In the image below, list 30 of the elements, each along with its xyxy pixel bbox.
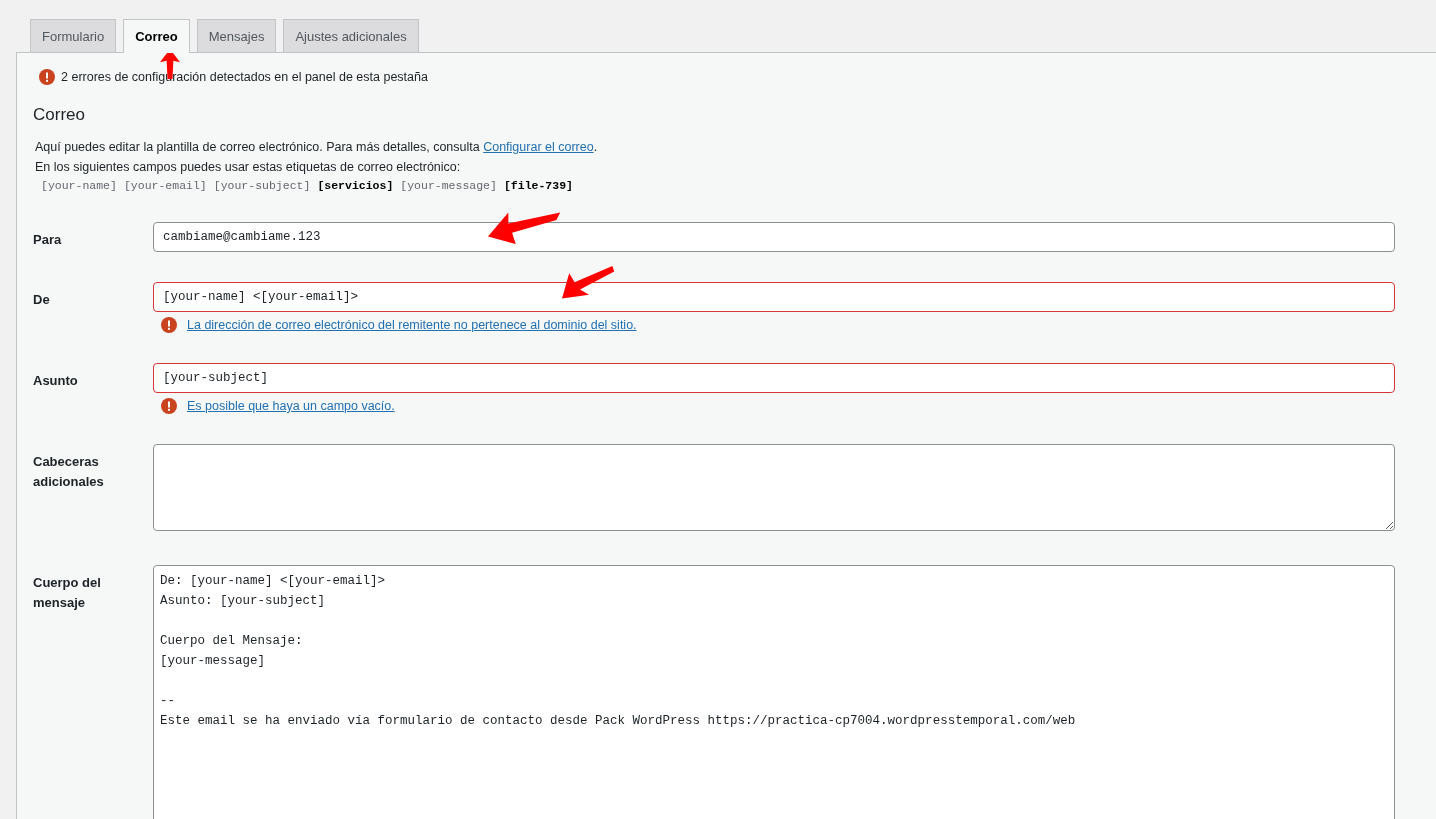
error-icon: [39, 69, 55, 85]
section-title: Correo: [33, 105, 86, 125]
error-link[interactable]: La dirección de correo electrónico del remitente no pertenece al dominio del sitio.: [187, 318, 637, 332]
message-body-textarea[interactable]: De: [your-name] <[your-email]> Asunto: [your-subject] Cuerpo del Mensaje: [your-message] -- Este email se ha enviado vía formulario de contacto desde Pack WordPress https://practica-cp7004.wordpresstemporal.com/web: [153, 565, 1395, 819]
field-label: Para: [33, 231, 63, 249]
headers-textarea[interactable]: [153, 444, 1395, 531]
mail-tag: [file-739]: [503, 179, 573, 192]
field-label: Asunto: [33, 372, 79, 390]
tab[interactable]: Mensajes: [196, 19, 277, 52]
field-label: Cuerpo del mensaje: [33, 574, 102, 612]
tab[interactable]: Formulario: [30, 19, 117, 52]
field-label: De: [33, 291, 51, 309]
error-icon: [161, 398, 177, 414]
mail-tag: [servicios]: [317, 179, 394, 192]
mail-tag: [your-message]: [400, 179, 497, 192]
description: Aquí puedes editar la plantilla de correo electrónico. Para más detalles, consulta Configurar el correo.: [35, 139, 599, 155]
tab[interactable]: Correo: [123, 19, 190, 53]
text-field[interactable]: [your-name] <[your-email]>: [153, 282, 1395, 312]
mail-tag: [your-name]: [41, 179, 117, 192]
help-link[interactable]: Configurar el correo: [483, 140, 594, 154]
error-link[interactable]: Es posible que haya un campo vacío.: [187, 399, 395, 413]
text-field[interactable]: [your-subject]: [153, 363, 1395, 393]
field-label: Cabeceras adicionales: [33, 453, 105, 491]
tags-description: En los siguientes campos puedes usar estas etiquetas de correo electrónico:: [35, 159, 462, 175]
error-notice: 2 errores de configuración detectados en el panel de esta pestaña: [61, 70, 428, 84]
tab[interactable]: Ajustes adicionales: [283, 19, 419, 52]
mail-tag: [your-subject]: [213, 179, 311, 192]
text-field[interactable]: cambiame@cambiame.123: [153, 222, 1395, 252]
mail-tag: [your-email]: [123, 179, 207, 192]
error-icon: [161, 317, 177, 333]
